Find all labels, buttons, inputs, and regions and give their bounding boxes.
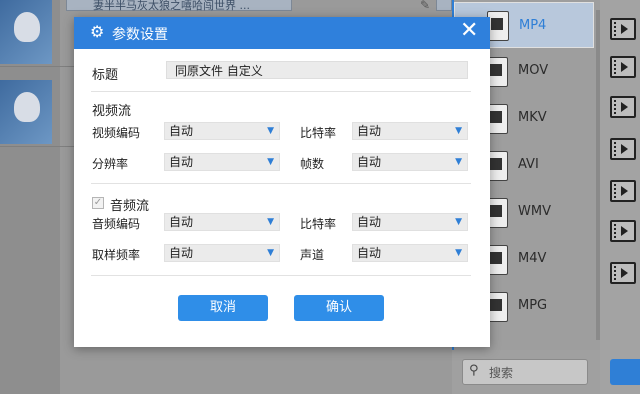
format-label: MOV xyxy=(518,63,549,78)
fps-select[interactable]: 自动 ▼ xyxy=(352,153,468,171)
resolution-label: 分辨率 xyxy=(92,157,129,171)
video-thumbnail[interactable] xyxy=(0,80,52,144)
divider xyxy=(91,183,471,184)
format-label: MP4 xyxy=(519,18,547,33)
audio-codec-select[interactable]: 自动 ▼ xyxy=(164,213,280,231)
video-category-icon[interactable] xyxy=(610,96,636,118)
dropdown-arrow-icon: ▼ xyxy=(455,157,462,167)
video-category-icon[interactable] xyxy=(610,18,636,40)
edit-icon[interactable]: ✎ xyxy=(420,0,430,12)
video-title-strip[interactable]: 妻半半马灰太狼之嘻哈闯世界 ... xyxy=(66,0,292,12)
format-label: MKV xyxy=(518,110,547,125)
video-file-icon xyxy=(487,11,509,41)
video-bitrate-value: 自动 xyxy=(357,124,382,138)
audio-bitrate-value: 自动 xyxy=(357,215,382,229)
audio-enable-checkbox[interactable]: ✓ xyxy=(92,197,104,209)
fps-value: 自动 xyxy=(357,155,382,169)
divider xyxy=(91,91,471,92)
video-codec-value: 自动 xyxy=(169,124,194,138)
divider xyxy=(91,275,471,276)
confirm-button[interactable]: 确认 xyxy=(294,295,384,321)
action-button[interactable] xyxy=(610,359,640,385)
dropdown-arrow-icon: ▼ xyxy=(455,248,462,258)
dropdown-arrow-icon: ▼ xyxy=(267,126,274,136)
format-label: WMV xyxy=(518,204,551,219)
dropdown-arrow-icon: ▼ xyxy=(267,217,274,227)
audio-codec-label: 音频编码 xyxy=(92,217,141,231)
sample-rate-value: 自动 xyxy=(169,246,194,260)
video-title-strip[interactable] xyxy=(436,0,452,11)
format-label: M4V xyxy=(518,251,547,266)
gear-icon: ⚙ xyxy=(90,22,105,41)
video-category-icon[interactable] xyxy=(610,138,636,160)
dropdown-arrow-icon: ▼ xyxy=(267,248,274,258)
audio-codec-value: 自动 xyxy=(169,215,194,229)
channel-select[interactable]: 自动 ▼ xyxy=(352,244,468,262)
dropdown-arrow-icon: ▼ xyxy=(267,157,274,167)
sample-rate-label: 取样频率 xyxy=(92,248,141,262)
video-category-icon[interactable] xyxy=(610,56,636,78)
video-codec-select[interactable]: 自动 ▼ xyxy=(164,122,280,140)
sample-rate-select[interactable]: 自动 ▼ xyxy=(164,244,280,262)
name-label: 标题 xyxy=(92,68,119,83)
category-strip xyxy=(600,0,640,394)
video-thumbnail[interactable] xyxy=(0,0,52,64)
audio-bitrate-select[interactable]: 自动 ▼ xyxy=(352,213,468,231)
video-bitrate-select[interactable]: 自动 ▼ xyxy=(352,122,468,140)
video-category-icon[interactable] xyxy=(610,180,636,202)
dialog-title: 参数设置 xyxy=(112,27,168,43)
search-placeholder: 搜索 xyxy=(489,366,514,380)
resolution-select[interactable]: 自动 ▼ xyxy=(164,153,280,171)
search-box[interactable]: ⚲ 搜索 xyxy=(462,359,588,385)
audio-section-title: 音频流 xyxy=(110,199,150,214)
dialog-titlebar: ⚙ 参数设置 ✕ xyxy=(74,17,490,49)
channel-value: 自动 xyxy=(357,246,382,260)
video-title: 妻半半马灰太狼之嘻哈闯世界 ... xyxy=(93,0,250,12)
dropdown-arrow-icon: ▼ xyxy=(455,126,462,136)
resolution-value: 自动 xyxy=(169,155,194,169)
search-icon: ⚲ xyxy=(469,363,479,378)
video-category-icon[interactable] xyxy=(610,220,636,242)
format-label: MPG xyxy=(518,298,548,313)
video-category-icon[interactable] xyxy=(610,262,636,284)
audio-bitrate-label: 比特率 xyxy=(300,217,337,231)
video-section-title: 视频流 xyxy=(92,104,132,119)
channel-label: 声道 xyxy=(300,248,325,262)
name-field[interactable]: 同原文件 自定义 xyxy=(166,61,468,79)
format-label: AVI xyxy=(518,157,539,172)
settings-dialog: ⚙ 参数设置 ✕ 标题 同原文件 自定义 视频流 视频编码 自动 ▼ 比特率 自… xyxy=(74,17,490,347)
dropdown-arrow-icon: ▼ xyxy=(455,217,462,227)
close-icon[interactable]: ✕ xyxy=(460,20,478,42)
fps-label: 帧数 xyxy=(300,157,325,171)
video-codec-label: 视频编码 xyxy=(92,126,141,140)
cancel-button[interactable]: 取消 xyxy=(178,295,268,321)
video-bitrate-label: 比特率 xyxy=(300,126,337,140)
